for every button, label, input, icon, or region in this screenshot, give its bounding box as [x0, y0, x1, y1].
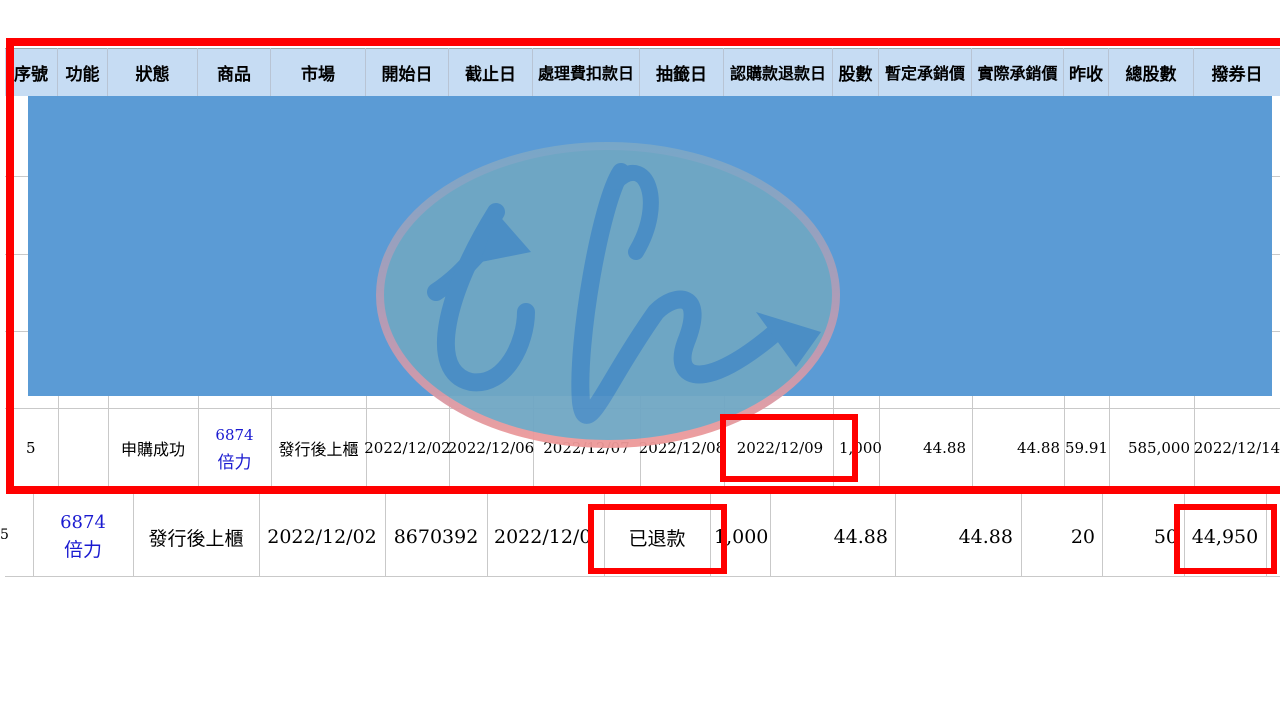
col-divider — [487, 494, 488, 576]
bottom-draw-date: 2022/12/08 — [494, 526, 594, 548]
product-name[interactable]: 倍力 — [64, 535, 102, 562]
row-divider — [5, 576, 1280, 577]
bottom-row-seq: 5 — [0, 527, 9, 543]
bottom-price1: 44.88 — [833, 526, 888, 548]
bottom-date: 2022/12/02 — [267, 526, 377, 548]
highlight-top-table — [6, 38, 1280, 494]
bottom-account: 8670392 — [393, 526, 479, 548]
bottom-product-link[interactable]: 6874 倍力 — [33, 506, 133, 568]
bottom-market: 發行後上櫃 — [148, 527, 244, 550]
bottom-price2: 44.88 — [958, 526, 1013, 548]
highlight-status — [588, 504, 727, 574]
bottom-fee2: 50 — [1153, 526, 1178, 548]
product-code[interactable]: 6874 — [60, 512, 106, 533]
highlight-amount — [1174, 504, 1277, 574]
bottom-fee: 20 — [1070, 526, 1095, 548]
highlight-refund-date — [720, 414, 858, 482]
